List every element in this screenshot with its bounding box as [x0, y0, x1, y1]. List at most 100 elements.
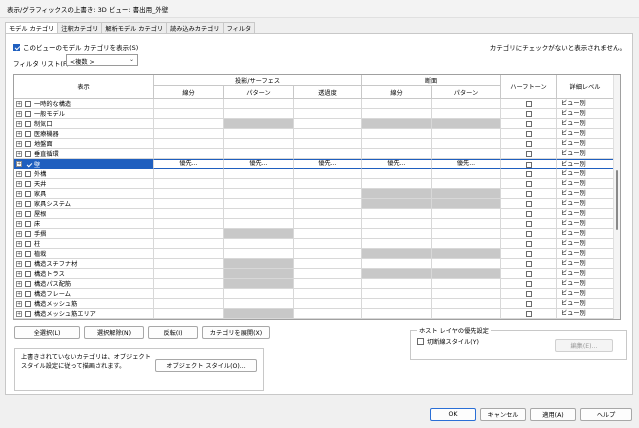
table-row[interactable]: + 家具 ビュー別: [14, 189, 614, 199]
category-visibility-checkbox[interactable]: [25, 300, 31, 307]
projection-patterns-cell[interactable]: [224, 129, 294, 139]
detail-level-cell[interactable]: ビュー別: [557, 239, 614, 249]
cut-lines-cell[interactable]: [362, 209, 432, 219]
select-all-button[interactable]: 全選択(L): [14, 326, 80, 339]
category-name-cell[interactable]: + 制気口: [14, 119, 154, 129]
category-name-cell[interactable]: + 屋根: [14, 209, 154, 219]
table-row[interactable]: + 構造メッシュ筋 ビュー別: [14, 299, 614, 309]
projection-patterns-cell[interactable]: [224, 209, 294, 219]
cut-lines-cell[interactable]: [362, 279, 432, 289]
show-model-categories-checkbox[interactable]: [13, 43, 20, 51]
projection-patterns-cell[interactable]: [224, 309, 294, 319]
projection-lines-cell[interactable]: [154, 269, 224, 279]
expand-plus-icon[interactable]: +: [16, 260, 22, 267]
cut-lines-cell[interactable]: 優先...: [362, 159, 432, 169]
tab-annotation-categories[interactable]: 注釈カテゴリ: [57, 22, 103, 33]
transparency-cell[interactable]: [294, 239, 362, 249]
projection-lines-cell[interactable]: [154, 209, 224, 219]
cut-lines-cell[interactable]: [362, 299, 432, 309]
cut-patterns-cell[interactable]: [432, 219, 501, 229]
halftone-cell[interactable]: [501, 259, 557, 269]
projection-patterns-cell[interactable]: [224, 259, 294, 269]
halftone-cell[interactable]: [501, 179, 557, 189]
category-name-cell[interactable]: + 地盤面: [14, 139, 154, 149]
category-name-cell[interactable]: + 構造フレーム: [14, 289, 154, 299]
detail-level-cell[interactable]: ビュー別: [557, 299, 614, 309]
projection-lines-cell[interactable]: [154, 259, 224, 269]
transparency-cell[interactable]: [294, 179, 362, 189]
halftone-checkbox[interactable]: [525, 211, 532, 217]
table-row-selected[interactable]: + 壁優先... 優先... 優先... 優先... 優先... ビュー別: [14, 159, 614, 169]
halftone-checkbox[interactable]: [525, 231, 532, 237]
detail-level-cell[interactable]: ビュー別: [557, 179, 614, 189]
halftone-checkbox[interactable]: [525, 251, 532, 257]
transparency-cell[interactable]: [294, 309, 362, 319]
transparency-cell[interactable]: [294, 99, 362, 109]
transparency-cell[interactable]: [294, 289, 362, 299]
cut-patterns-cell[interactable]: [432, 199, 501, 209]
help-button[interactable]: ヘルプ: [580, 408, 632, 421]
category-visibility-checkbox[interactable]: [25, 120, 31, 127]
transparency-cell[interactable]: [294, 129, 362, 139]
category-name-cell[interactable]: + 壁: [14, 159, 154, 169]
category-visibility-checkbox[interactable]: [25, 220, 31, 227]
expand-plus-icon[interactable]: +: [16, 180, 22, 187]
table-row[interactable]: + 床ビュー別: [14, 219, 614, 229]
halftone-checkbox[interactable]: [525, 261, 532, 267]
halftone-cell[interactable]: [501, 149, 557, 159]
halftone-checkbox[interactable]: [525, 271, 532, 277]
category-visibility-checkbox[interactable]: [25, 240, 31, 247]
projection-lines-cell[interactable]: [154, 139, 224, 149]
category-visibility-checkbox[interactable]: [25, 140, 31, 147]
override-button[interactable]: 優先...: [294, 160, 361, 168]
projection-lines-cell[interactable]: [154, 219, 224, 229]
projection-lines-cell[interactable]: [154, 249, 224, 259]
projection-patterns-cell[interactable]: [224, 299, 294, 309]
transparency-cell[interactable]: [294, 169, 362, 179]
cut-lines-cell[interactable]: [362, 229, 432, 239]
detail-level-cell[interactable]: ビュー別: [557, 289, 614, 299]
projection-lines-cell[interactable]: 優先...: [154, 159, 224, 169]
tab-analytical-model-categories[interactable]: 解析モデル カテゴリ: [101, 22, 168, 33]
cut-patterns-cell[interactable]: [432, 249, 501, 259]
category-visibility-checkbox[interactable]: [25, 310, 31, 317]
grid-scrollbar[interactable]: [613, 75, 620, 319]
table-row[interactable]: + 一時的な構造 ビュー別: [14, 99, 614, 109]
expand-plus-icon[interactable]: +: [16, 270, 22, 277]
table-row[interactable]: + 手摺 ビュー別: [14, 229, 614, 239]
table-row[interactable]: + 地盤面 ビュー別: [14, 139, 614, 149]
detail-level-cell[interactable]: ビュー別: [557, 139, 614, 149]
expand-plus-icon[interactable]: +: [16, 120, 22, 127]
halftone-cell[interactable]: [501, 139, 557, 149]
projection-lines-cell[interactable]: [154, 119, 224, 129]
cut-lines-cell[interactable]: [362, 289, 432, 299]
column-header-visibility[interactable]: 表示: [14, 75, 154, 99]
expand-plus-icon[interactable]: +: [16, 100, 22, 107]
cut-lines-cell[interactable]: [362, 179, 432, 189]
projection-lines-cell[interactable]: [154, 129, 224, 139]
projection-patterns-cell[interactable]: [224, 109, 294, 119]
detail-level-cell[interactable]: ビュー別: [557, 119, 614, 129]
category-name-cell[interactable]: + 家具: [14, 189, 154, 199]
expand-plus-icon[interactable]: +: [16, 300, 22, 307]
projection-patterns-cell[interactable]: [224, 279, 294, 289]
halftone-checkbox[interactable]: [525, 181, 532, 187]
table-row[interactable]: + 垂直循環 ビュー別: [14, 149, 614, 159]
halftone-checkbox[interactable]: [525, 191, 532, 197]
category-name-cell[interactable]: + 床: [14, 219, 154, 229]
category-name-cell[interactable]: + 構造トラス: [14, 269, 154, 279]
ok-button[interactable]: OK: [430, 408, 476, 421]
cut-lines-cell[interactable]: [362, 99, 432, 109]
detail-level-cell[interactable]: ビュー別: [557, 249, 614, 259]
projection-lines-cell[interactable]: [154, 169, 224, 179]
detail-level-cell[interactable]: ビュー別: [557, 109, 614, 119]
cut-patterns-cell[interactable]: [432, 149, 501, 159]
cut-lines-cell[interactable]: [362, 219, 432, 229]
cut-lines-cell[interactable]: [362, 309, 432, 319]
category-visibility-checkbox[interactable]: [25, 190, 31, 197]
detail-level-cell[interactable]: ビュー別: [557, 169, 614, 179]
projection-lines-cell[interactable]: [154, 279, 224, 289]
table-row[interactable]: + 一般モデル ビュー別: [14, 109, 614, 119]
cut-patterns-cell[interactable]: [432, 289, 501, 299]
transparency-cell[interactable]: [294, 199, 362, 209]
